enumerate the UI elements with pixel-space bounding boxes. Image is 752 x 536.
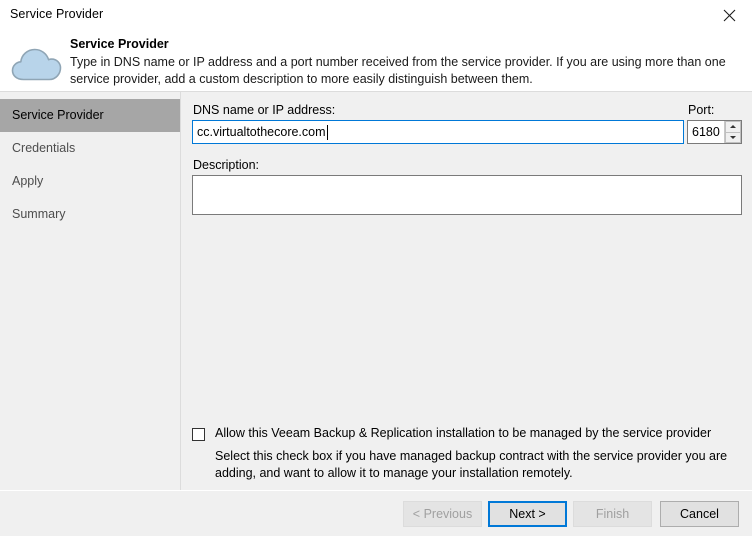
managed-checkbox-help-text: Select this check box if you have manage… <box>215 449 728 480</box>
text-caret <box>326 124 328 140</box>
cloud-icon <box>9 42 63 84</box>
dns-input[interactable]: cc.virtualtothecore.com <box>192 120 684 144</box>
header-title: Service Provider <box>70 37 169 51</box>
port-spinner <box>724 121 741 143</box>
description-input[interactable] <box>192 175 742 215</box>
dialog-body: Service Provider Credentials Apply Summa… <box>0 92 752 490</box>
sidebar-item-service-provider[interactable]: Service Provider <box>0 99 180 132</box>
previous-button-label: < Previous <box>412 507 473 521</box>
sidebar-item-label: Summary <box>12 207 66 221</box>
next-button-label: Next > <box>509 507 546 521</box>
sidebar-item-label: Apply <box>12 174 44 188</box>
sidebar-item-summary[interactable]: Summary <box>0 198 180 231</box>
port-spinner-down-button[interactable] <box>725 131 741 143</box>
arrow-down-icon <box>730 135 736 139</box>
wizard-steps-sidebar: Service Provider Credentials Apply Summa… <box>0 92 181 490</box>
port-input-value[interactable]: 6180 <box>688 121 724 143</box>
arrow-up-icon <box>730 125 736 129</box>
description-field-label: Description: <box>193 158 259 172</box>
titlebar: Service Provider <box>0 0 752 31</box>
sidebar-item-label: Service Provider <box>12 108 104 122</box>
service-provider-dialog: Service Provider Service Provider Type i… <box>0 0 752 536</box>
port-stepper[interactable]: 6180 <box>687 120 742 144</box>
dns-input-value: cc.virtualtothecore.com <box>197 125 326 139</box>
port-field-label: Port: <box>688 103 715 117</box>
content-pane: DNS name or IP address: cc.virtualtothec… <box>182 92 752 490</box>
previous-button[interactable]: < Previous <box>403 501 482 527</box>
dialog-header: Service Provider Type in DNS name or IP … <box>0 31 752 92</box>
finish-button-label: Finish <box>595 507 630 521</box>
managed-checkbox-label: Allow this Veeam Backup & Replication in… <box>215 426 712 440</box>
port-spinner-up-button[interactable] <box>725 121 741 132</box>
managed-checkbox-row[interactable]: Allow this Veeam Backup & Replication in… <box>192 426 711 441</box>
cancel-button-label: Cancel <box>680 507 719 521</box>
cancel-button[interactable]: Cancel <box>660 501 739 527</box>
close-icon <box>723 9 735 22</box>
dns-field-label: DNS name or IP address: <box>193 103 336 117</box>
close-button[interactable] <box>706 0 752 31</box>
sidebar-item-label: Credentials <box>12 141 76 155</box>
sidebar-item-apply[interactable]: Apply <box>0 165 180 198</box>
header-description: Type in DNS name or IP address and a por… <box>70 55 726 86</box>
dialog-footer: < Previous Next > Finish Cancel <box>0 490 752 536</box>
window-title: Service Provider <box>10 7 104 21</box>
next-button[interactable]: Next > <box>488 501 567 527</box>
sidebar-item-credentials[interactable]: Credentials <box>0 132 180 165</box>
finish-button[interactable]: Finish <box>573 501 652 527</box>
managed-checkbox[interactable] <box>192 428 205 441</box>
